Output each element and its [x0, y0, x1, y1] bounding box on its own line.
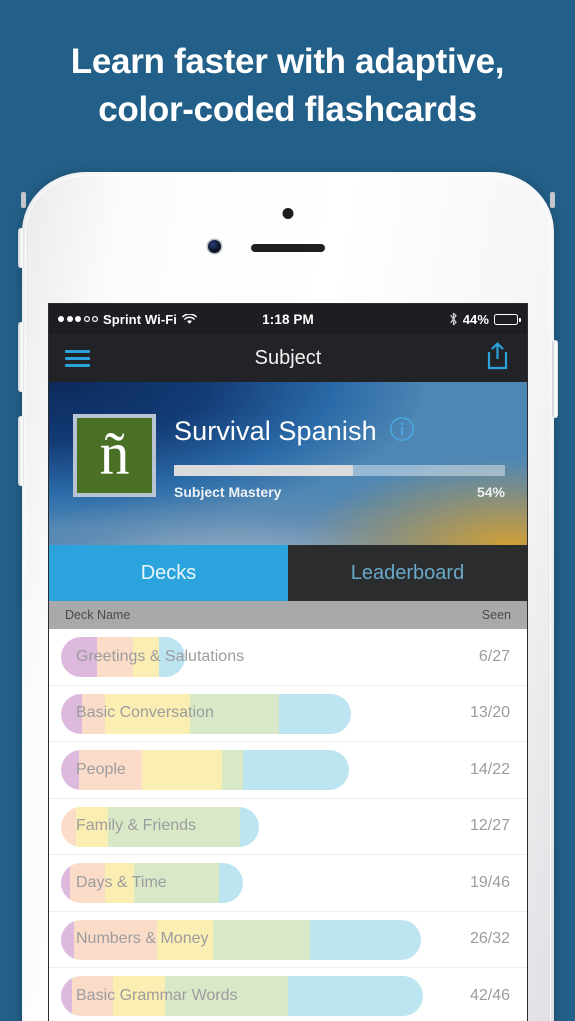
subject-logo-glyph: ñ — [99, 420, 130, 487]
volume-down-button[interactable] — [18, 416, 24, 486]
headline-line-2: color-coded flashcards — [98, 90, 477, 129]
deck-row[interactable]: Greetings & Salutations 6/27 — [49, 629, 527, 686]
headline-line-1: Learn faster with adaptive, — [70, 42, 505, 81]
wifi-icon — [182, 313, 197, 325]
cellular-signal-icon — [58, 316, 98, 322]
tab-decks[interactable]: Decks — [49, 545, 288, 601]
info-icon[interactable] — [389, 416, 415, 447]
deck-seen-count: 6/27 — [478, 647, 510, 665]
deck-name-label: Basic Grammar Words — [76, 986, 238, 1004]
deck-seen-count: 12/27 — [469, 817, 510, 835]
antenna-band-right — [550, 192, 555, 208]
deck-seen-count: 14/22 — [469, 760, 510, 778]
deck-name-label: Days & Time — [76, 873, 167, 891]
deck-name-label: People — [76, 760, 126, 778]
proximity-sensor-icon — [282, 208, 294, 219]
column-header-deck-name: Deck Name — [65, 608, 131, 622]
subject-mastery-label: Subject Mastery — [174, 484, 282, 500]
deck-seen-count: 42/46 — [469, 986, 510, 1004]
deck-seen-count: 19/46 — [469, 873, 510, 891]
deck-row[interactable]: Basic Grammar Words 42/46 — [49, 968, 527, 1021]
deck-seen-count: 26/32 — [469, 930, 510, 948]
subject-mastery-progress-bar — [174, 465, 505, 476]
front-camera-icon — [208, 240, 221, 253]
phone-screen: Sprint Wi-Fi 1:18 PM 44% Subject ñ Survi… — [49, 304, 527, 1021]
power-button[interactable] — [552, 340, 558, 418]
ringer-switch[interactable] — [18, 228, 24, 268]
battery-percent-label: 44% — [462, 311, 490, 327]
deck-row[interactable]: Numbers & Money 26/32 — [49, 912, 527, 968]
column-header-seen: Seen — [481, 608, 511, 622]
deck-name-label: Basic Conversation — [76, 704, 214, 722]
subject-hero-banner: ñ Survival Spanish Subject Mastery 54% — [49, 382, 527, 545]
deck-row[interactable]: Family & Friends 12/27 — [49, 799, 527, 855]
subject-title: Survival Spanish — [174, 416, 377, 446]
deck-name-label: Numbers & Money — [76, 930, 209, 948]
subject-logo: ñ — [73, 414, 156, 497]
tab-leaderboard[interactable]: Leaderboard — [288, 545, 527, 601]
volume-up-button[interactable] — [18, 322, 24, 392]
battery-icon — [494, 313, 521, 325]
page-title: Subject — [254, 346, 322, 369]
subject-mastery-value: 54% — [476, 484, 505, 500]
phone-device-frame: Sprint Wi-Fi 1:18 PM 44% Subject ñ Survi… — [18, 172, 558, 1021]
tab-bar: Decks Leaderboard — [49, 545, 527, 601]
marketing-headline: Learn faster with adaptive, color-coded … — [0, 38, 575, 134]
bluetooth-icon — [449, 312, 458, 326]
hamburger-menu-icon[interactable] — [65, 349, 90, 367]
status-bar-time: 1:18 PM — [262, 311, 314, 327]
share-icon[interactable] — [484, 341, 511, 376]
deck-row[interactable]: Days & Time 19/46 — [49, 855, 527, 912]
deck-list[interactable]: Greetings & Salutations 6/27 Basic Convers… — [49, 629, 527, 1021]
antenna-band-left — [21, 192, 26, 208]
deck-row[interactable]: Basic Conversation 13/20 — [49, 686, 527, 742]
deck-row[interactable]: People 14/22 — [49, 742, 527, 799]
deck-table-header: Deck Name Seen — [49, 601, 527, 629]
status-bar: Sprint Wi-Fi 1:18 PM 44% — [49, 304, 527, 334]
deck-name-label: Family & Friends — [76, 817, 197, 835]
deck-seen-count: 13/20 — [469, 704, 510, 722]
carrier-label: Sprint Wi-Fi — [103, 311, 178, 327]
navigation-bar: Subject — [49, 334, 527, 382]
deck-name-label: Greetings & Salutations — [76, 647, 245, 665]
earpiece-speaker-icon — [251, 244, 325, 252]
